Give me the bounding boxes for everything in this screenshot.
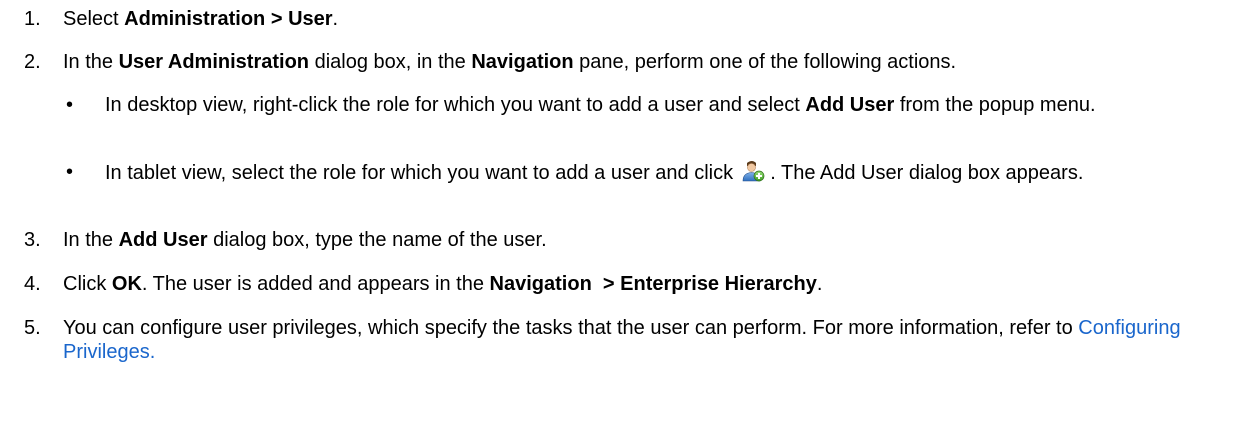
text-segment: . The user is added and appears in the <box>141 273 490 295</box>
pane-name: Navigation <box>471 51 574 73</box>
step-text: Select Administration > User. <box>63 7 1233 31</box>
text-segment: You can configure user privileges, which… <box>63 317 1079 339</box>
text-segment: from the popup menu. <box>894 94 1096 116</box>
text-segment: In the <box>63 51 119 73</box>
text-segment: In tablet view, select the role for whic… <box>105 162 739 184</box>
step-number: 1. <box>24 8 41 30</box>
step-text: In the User Administration dialog box, i… <box>63 50 1233 74</box>
bullet-text: In desktop view, right-click the role fo… <box>105 93 1225 117</box>
text-segment: . <box>332 8 339 30</box>
step-number: 2. <box>24 51 41 73</box>
bullet-marker: • <box>66 94 74 116</box>
command-name: Add User <box>805 94 895 116</box>
dialog-name: Add User <box>118 229 208 251</box>
step-number: 5. <box>24 317 41 339</box>
menu-path: Administration > User <box>124 8 333 30</box>
text-segment: pane, perform one of the following actio… <box>573 51 957 73</box>
text-segment: . The Add User dialog box appears. <box>764 162 1084 184</box>
instructions-document: 1. Select Administration > User. 2. In t… <box>0 0 1248 428</box>
text-segment: Select <box>63 8 125 30</box>
step-number: 4. <box>24 273 41 295</box>
text-segment: Click <box>63 273 112 295</box>
text-segment: . <box>816 273 823 295</box>
step-number: 3. <box>24 229 41 251</box>
text-segment: dialog box, in the <box>309 51 472 73</box>
dialog-name: User Administration <box>118 51 310 73</box>
bullet-marker: • <box>66 161 74 183</box>
step-text: You can configure user privileges, which… <box>63 316 1233 364</box>
bullet-text: In tablet view, select the role for whic… <box>105 160 1225 185</box>
text-segment: dialog box, type the name of the user. <box>207 229 547 251</box>
add-user-icon <box>741 160 765 182</box>
button-name: OK <box>111 273 142 295</box>
step-text: In the Add User dialog box, type the nam… <box>63 228 1233 252</box>
navigation-path: Navigation > Enterprise Hierarchy <box>489 273 817 295</box>
text-segment: In the <box>63 229 119 251</box>
text-segment: In desktop view, right-click the role fo… <box>105 94 806 116</box>
step-text: Click OK. The user is added and appears … <box>63 272 1233 296</box>
